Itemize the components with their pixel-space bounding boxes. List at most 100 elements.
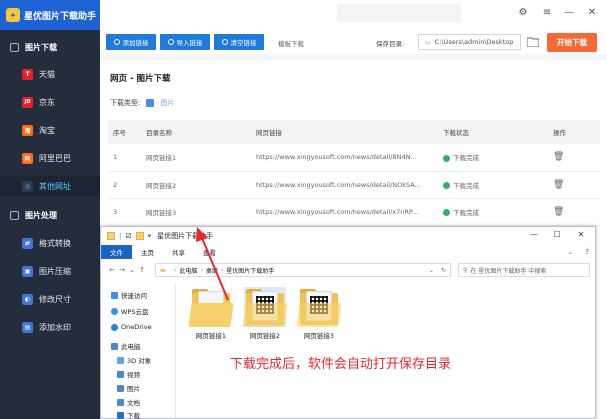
- watermark-icon: ▤: [22, 321, 33, 333]
- import-link-button[interactable]: 导入链接: [160, 34, 210, 50]
- checkmark-icon[interactable]: ☑: [125, 232, 131, 240]
- tab-view[interactable]: 查看: [194, 245, 225, 259]
- settings-icon[interactable]: ⚙: [516, 6, 530, 20]
- sidebar-item-taobao[interactable]: 淘 淘宝: [0, 120, 100, 140]
- close-icon[interactable]: ✕: [585, 6, 599, 20]
- explorer-ribbon: 文件 主页 共享 查看 ⌄ ?: [101, 245, 595, 259]
- folder-name: 网页链接1: [195, 332, 227, 340]
- explorer-minimize-icon[interactable]: —: [527, 230, 541, 242]
- row-url: https://www.xingyousoft.com/news/detail/…: [251, 144, 438, 172]
- status-text: 下载完成: [453, 208, 479, 217]
- menu-icon[interactable]: ≡: [540, 6, 554, 20]
- folder-item[interactable]: 网页链接2: [239, 287, 291, 340]
- nav-section-label: 图片处理: [25, 210, 57, 220]
- breadcrumb-this-pc[interactable]: 此电脑: [179, 266, 197, 275]
- search-placeholder: 在 星优图片下载助手 中搜索: [470, 267, 547, 275]
- save-dir-field[interactable]: ▭ C:\Users\admin\Desktop: [418, 34, 521, 50]
- sidebar-item-label: 格式转换: [39, 238, 71, 248]
- help-icon[interactable]: ?: [585, 248, 589, 256]
- convert-icon: ⇄: [22, 237, 33, 249]
- explorer-nav-pane: 快速访问 WPS云盘 OneDrive 此电脑 3D 对象 视频 图片 文档 下…: [101, 283, 175, 419]
- nav-wps-cloud[interactable]: WPS云盘: [111, 305, 148, 317]
- nav-label: 快速访问: [121, 292, 147, 300]
- row-name: 网页链接2: [141, 171, 251, 199]
- address-bar[interactable]: ▬ › 此电脑 › 桌面 › 星优图片下载助手 ⌄ ↻: [155, 263, 451, 277]
- dropdown-icon[interactable]: ▾: [148, 232, 152, 240]
- sidebar-item-watermark[interactable]: ▤ 添加水印: [0, 317, 100, 337]
- globe-icon: ◎: [22, 180, 33, 192]
- table-row: 1 网页链接1 https://www.xingyousoft.com/news…: [108, 144, 600, 172]
- trash-icon[interactable]: 🗑: [553, 180, 564, 190]
- image-type-checkbox[interactable]: [146, 99, 155, 107]
- folder-mini-icon: [135, 232, 144, 240]
- nav-onedrive[interactable]: OneDrive: [111, 321, 152, 333]
- open-folder-button[interactable]: [525, 34, 541, 50]
- tab-home[interactable]: 主页: [132, 245, 163, 259]
- explorer-maximize-icon[interactable]: ☐: [550, 230, 564, 242]
- qat-separator: |: [119, 232, 122, 240]
- tab-share[interactable]: 共享: [163, 245, 194, 259]
- nav-this-pc[interactable]: 此电脑: [111, 340, 141, 352]
- nav-pictures[interactable]: 图片: [117, 382, 140, 394]
- column-header: 网页链接: [251, 120, 438, 144]
- toolbar: 添加链接 导入链接 清空链接 模板下载 保存目录: ▭ C:\Users\adm…: [100, 30, 607, 54]
- refresh-icon[interactable]: ↻: [441, 267, 446, 274]
- row-name: 网页链接3: [141, 198, 251, 226]
- status-text: 下载完成: [453, 154, 479, 163]
- alibaba-icon: 阿: [22, 152, 33, 164]
- back-arrow-icon[interactable]: ←: [107, 266, 117, 274]
- nav-3d-objects[interactable]: 3D 对象: [117, 354, 151, 366]
- nav-quick-access[interactable]: 快速访问: [111, 289, 147, 301]
- nav-documents[interactable]: 文档: [117, 396, 140, 408]
- forward-arrow-icon[interactable]: →: [117, 266, 127, 274]
- sidebar-item-other-url[interactable]: ◎ 其他网址: [0, 176, 100, 196]
- onedrive-icon: [111, 323, 118, 331]
- nav-label: 3D 对象: [127, 357, 152, 365]
- trash-icon[interactable]: 🗑: [553, 152, 564, 162]
- sidebar-item-tmall[interactable]: T 天猫: [0, 64, 100, 84]
- breadcrumb-desktop[interactable]: 桌面: [206, 266, 218, 275]
- address-dropdown-icon[interactable]: ⌄: [429, 267, 434, 274]
- app-logo: ✦ 星优图片下载助手: [0, 0, 100, 30]
- folder-item[interactable]: 网页链接1: [185, 287, 237, 340]
- template-download-link[interactable]: 模板下载: [278, 38, 304, 48]
- row-index: 1: [108, 144, 141, 172]
- trash-icon[interactable]: 🗑: [553, 207, 564, 217]
- explorer-close-icon[interactable]: ✕: [574, 230, 588, 242]
- sidebar-item-alibaba[interactable]: 阿 阿里巴巴: [0, 148, 100, 168]
- sidebar-item-resize[interactable]: ◐ 修改尺寸: [0, 289, 100, 309]
- clear-link-button[interactable]: 清空链接: [214, 34, 264, 50]
- sidebar-item-compress[interactable]: ▣ 图片压缩: [0, 261, 100, 281]
- tab-file[interactable]: 文件: [101, 245, 132, 259]
- nav-section-label: 图片下载: [25, 42, 57, 52]
- row-status: 下载完成: [438, 198, 548, 226]
- nav-section-image-process: 图片处理: [0, 204, 100, 226]
- title-search-box[interactable]: [337, 4, 461, 22]
- save-dir-label: 保存目录:: [376, 40, 405, 48]
- explorer-search-input[interactable]: ⚲ 在 星优图片下载助手 中搜索: [458, 263, 590, 277]
- sidebar-item-label: 其他网址: [39, 181, 71, 191]
- add-link-button[interactable]: 添加链接: [106, 34, 156, 50]
- minimize-icon[interactable]: —: [562, 6, 576, 20]
- row-index: 3: [108, 198, 141, 226]
- breadcrumb-current[interactable]: 星优图片下载助手: [226, 266, 274, 275]
- folder-mini-icon: [107, 232, 115, 240]
- title-bar: ⚙ ≡ — ✕: [100, 0, 607, 30]
- row-action: 🗑: [548, 144, 600, 172]
- download-type-row: 下载类型: 图片: [110, 98, 174, 108]
- sidebar-item-format-convert[interactable]: ⇄ 格式转换: [0, 233, 100, 253]
- explorer-title-bar: | ☑ ▾ 星优图片下载助手: [101, 227, 595, 245]
- breadcrumb-separator: ›: [200, 266, 203, 274]
- sidebar-item-label: 图片压缩: [39, 266, 71, 276]
- cube-icon: [117, 356, 124, 364]
- folder-small-icon: ▭: [425, 38, 431, 46]
- sidebar-item-jd[interactable]: JD 京东: [0, 92, 100, 112]
- up-arrow-icon[interactable]: ↑: [137, 266, 147, 274]
- ribbon-expand-icon[interactable]: ⌄: [568, 248, 573, 256]
- folder-item[interactable]: 网页链接3: [293, 287, 345, 340]
- recent-dropdown-icon[interactable]: ⌄: [127, 266, 137, 274]
- sidebar-item-label: 淘宝: [39, 125, 55, 135]
- start-download-button[interactable]: 开始下载: [547, 33, 597, 52]
- nav-downloads[interactable]: 下载: [117, 409, 140, 419]
- nav-videos[interactable]: 视频: [117, 368, 140, 380]
